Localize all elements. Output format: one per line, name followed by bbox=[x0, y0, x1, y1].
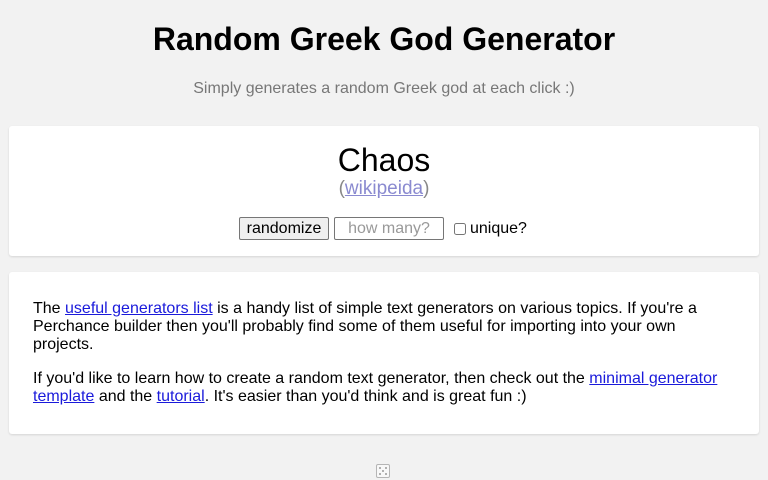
dice-icon[interactable] bbox=[376, 464, 390, 478]
wikipedia-link[interactable]: wikipeida bbox=[345, 178, 423, 199]
page-title: Random Greek God Generator bbox=[152, 21, 616, 57]
generated-result: Chaos bbox=[337, 142, 431, 178]
unique-checkbox[interactable] bbox=[454, 222, 466, 235]
wiki-line: (wikipeida) bbox=[0, 179, 768, 199]
useful-generators-link[interactable]: useful generators list bbox=[65, 300, 213, 317]
tutorial-link[interactable]: tutorial bbox=[157, 388, 205, 405]
p2-text-pre: If you'd like to learn how to create a r… bbox=[33, 370, 590, 387]
info-paragraph-1: The useful generators list is a handy li… bbox=[33, 300, 733, 354]
info-paragraph-2: If you'd like to learn how to create a r… bbox=[33, 370, 733, 406]
p1-text-pre: The bbox=[33, 300, 66, 317]
how-many-input[interactable] bbox=[334, 217, 444, 240]
p2-text-mid: and the bbox=[94, 388, 157, 405]
unique-label: unique? bbox=[470, 219, 527, 237]
randomize-button[interactable]: randomize bbox=[239, 217, 329, 240]
page-subtitle: Simply generates a random Greek god at e… bbox=[193, 80, 575, 97]
wiki-close-paren: ) bbox=[423, 178, 430, 199]
generator-controls: randomize unique? bbox=[239, 217, 527, 240]
p2-text-post: . It's easier than you'd think and is gr… bbox=[204, 388, 527, 405]
